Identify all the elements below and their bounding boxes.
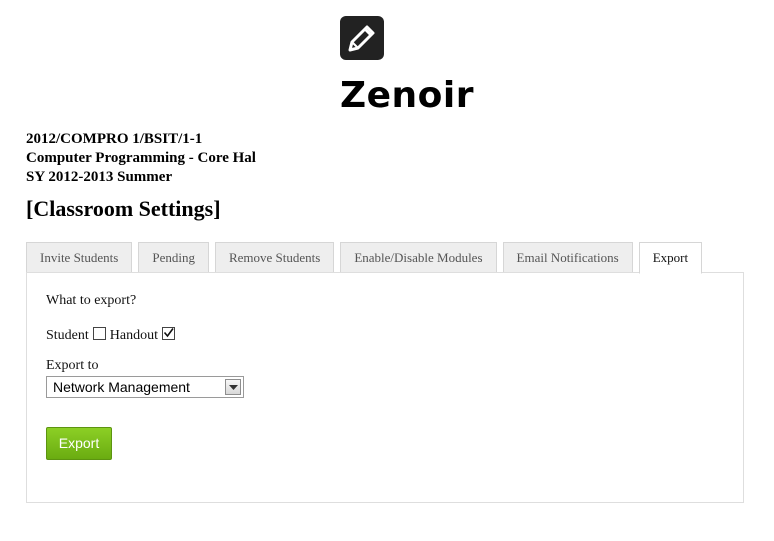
tab-invite-students[interactable]: Invite Students xyxy=(26,242,133,273)
tab-export[interactable]: Export xyxy=(638,242,703,274)
student-checkbox[interactable] xyxy=(92,327,106,340)
export-to-select[interactable]: Network Management xyxy=(46,376,244,398)
export-to-label: Export to xyxy=(46,358,99,373)
course-term: SY 2012-2013 Summer xyxy=(26,169,173,185)
tab-email-notifications[interactable]: Email Notifications xyxy=(502,242,633,273)
tab-remove-students[interactable]: Remove Students xyxy=(214,242,335,273)
export-options: Student Handout xyxy=(46,327,179,344)
course-name: Computer Programming - Core Hal xyxy=(26,150,256,166)
student-checkbox-label: Student xyxy=(46,327,89,343)
checkmark-icon xyxy=(163,328,174,338)
export-question: What to export? xyxy=(46,293,137,308)
settings-tabs: Invite Students Pending Remove Students … xyxy=(26,242,703,274)
chevron-down-icon[interactable] xyxy=(225,379,241,395)
brand-name: Zenoir xyxy=(340,75,474,116)
export-panel: What to export? Student Handout Export t… xyxy=(26,272,744,503)
page-title: [Classroom Settings] xyxy=(26,196,221,221)
tab-enable-disable-modules[interactable]: Enable/Disable Modules xyxy=(340,242,497,273)
handout-checkbox-label: Handout xyxy=(109,327,158,343)
export-button[interactable]: Export xyxy=(46,427,112,460)
edit-pencil-icon xyxy=(340,16,384,60)
course-info: 2012/COMPRO 1/BSIT/1-1 Computer Programm… xyxy=(26,130,256,187)
export-to-value: Network Management xyxy=(53,379,190,395)
tab-pending[interactable]: Pending xyxy=(138,242,209,273)
handout-checkbox[interactable] xyxy=(162,327,175,340)
course-code: 2012/COMPRO 1/BSIT/1-1 xyxy=(26,131,203,147)
